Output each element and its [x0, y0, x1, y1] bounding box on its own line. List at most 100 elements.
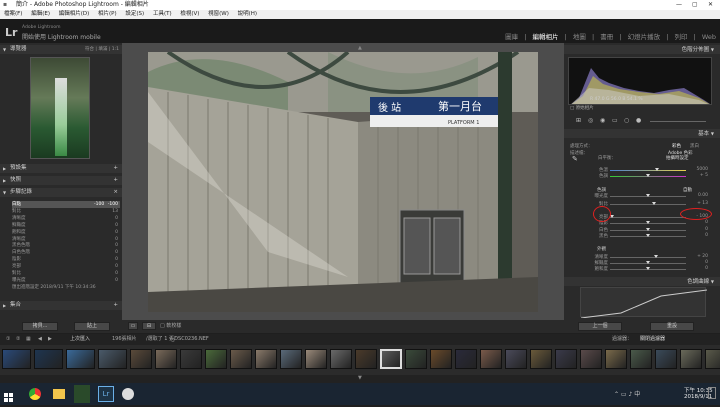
filmstrip-thumbnail[interactable] — [555, 349, 577, 369]
slider-value[interactable]: 0 — [705, 233, 708, 238]
slider-knob[interactable] — [652, 202, 657, 205]
slider-knob[interactable] — [646, 174, 650, 177]
slider-knob[interactable] — [646, 234, 650, 237]
filmstrip-thumbnail[interactable] — [505, 349, 527, 369]
forward-icon[interactable]: ▶ — [48, 334, 52, 345]
slider-value[interactable]: + 5 — [700, 173, 708, 178]
slider-track[interactable] — [610, 257, 686, 258]
filmstrip-thumbnail[interactable] — [98, 349, 127, 369]
back-icon[interactable]: ◀ — [38, 334, 42, 345]
slider-3[interactable]: 對比 + 13 — [568, 201, 708, 208]
slider-track[interactable] — [610, 204, 686, 205]
module-map[interactable]: 地圖 — [573, 33, 586, 41]
filmstrip-thumbnail[interactable] — [355, 349, 377, 369]
menu-settings[interactable]: 設定(S) — [125, 11, 144, 17]
module-book[interactable]: 書冊 — [600, 33, 613, 41]
tool-slider[interactable] — [650, 121, 706, 122]
filmstrip-thumbnail[interactable] — [655, 349, 677, 369]
view-1-button[interactable]: ① — [6, 334, 10, 345]
navigator-header[interactable]: ▼ 導覽器 符合 | 填滿 | 1:1 — [0, 45, 122, 54]
history-step[interactable]: 匯出進階設定 2018/9/11 下午 10:34:36 — [12, 284, 120, 291]
close-icon[interactable]: ✕ — [708, 0, 713, 10]
menu-file[interactable]: 檔案(F) — [4, 11, 22, 17]
before-after-icon[interactable]: ⊟ — [142, 322, 156, 330]
snapshots-header[interactable]: ▶ 快照 + — [0, 176, 122, 185]
menu-tools[interactable]: 工具(T) — [153, 11, 172, 17]
filmstrip-thumbnail[interactable] — [405, 349, 427, 369]
filmstrip-thumbnail[interactable] — [680, 349, 702, 369]
menu-view[interactable]: 檢視(V) — [180, 11, 199, 17]
filmstrip-thumbnail[interactable] — [630, 349, 652, 369]
chrome-icon[interactable] — [29, 388, 41, 400]
lightroom-taskbar-icon[interactable]: Lr — [98, 386, 114, 402]
slider-2[interactable]: 曝光度 0.00 — [568, 193, 709, 200]
eyedropper-icon[interactable]: ✎ — [572, 155, 578, 163]
menu-develop[interactable]: 編輯相片(D) — [59, 11, 90, 17]
module-library[interactable]: 圖庫 — [505, 33, 518, 41]
slider-track[interactable] — [610, 170, 686, 171]
slider-5[interactable]: 陰影 0 — [568, 220, 708, 227]
filmstrip-thumbnail[interactable] — [705, 349, 720, 369]
basic-header[interactable]: 基本 ▼ — [564, 129, 720, 138]
clear-history-button[interactable]: × — [113, 188, 118, 197]
soft-proof-checkbox[interactable]: □ 軟校樣 — [160, 322, 181, 329]
red-eye-icon[interactable]: ◉ — [600, 117, 605, 124]
spot-removal-icon[interactable]: ◎ — [588, 117, 593, 124]
menu-edit[interactable]: 編輯(E) — [31, 11, 50, 17]
filmstrip-thumbnail[interactable] — [230, 349, 252, 369]
filmstrip-thumbnail[interactable] — [530, 349, 552, 369]
loupe-view-icon[interactable]: ▭ — [128, 322, 138, 330]
minimize-icon[interactable]: — — [676, 0, 682, 10]
photo-app-icon[interactable] — [74, 385, 90, 403]
tray-icons[interactable]: ⌃ ▭ ♪ 中 — [614, 389, 640, 398]
filmstrip-thumbnail[interactable] — [2, 349, 31, 369]
source-label[interactable]: 上次匯入 — [70, 334, 90, 345]
file-explorer-icon[interactable] — [53, 389, 65, 399]
add-collection-icon[interactable]: + — [113, 301, 118, 310]
slider-knob[interactable] — [646, 228, 650, 231]
graduated-filter-icon[interactable]: ▭ — [612, 117, 618, 124]
filmstrip-thumbnail[interactable] — [330, 349, 352, 369]
adjustment-brush-icon[interactable]: ● — [636, 117, 641, 124]
filmstrip-thumbnail[interactable] — [34, 349, 63, 369]
slider-10[interactable]: 飽和度 0 — [568, 266, 709, 273]
start-icon[interactable] — [4, 388, 14, 402]
module-print[interactable]: 列印 — [674, 33, 687, 41]
color-treatment-button[interactable]: 彩色 — [672, 143, 681, 149]
filmstrip-thumbnail[interactable] — [605, 349, 627, 369]
module-develop[interactable]: 編輯相片 — [533, 33, 559, 41]
slider-knob[interactable] — [653, 255, 658, 258]
add-snapshot-icon[interactable]: + — [113, 176, 118, 185]
slider-knob[interactable] — [655, 168, 660, 171]
grid-icon[interactable]: ▦ — [26, 334, 31, 345]
notification-icon[interactable] — [708, 387, 716, 399]
filmstrip-thumbnail[interactable] — [305, 349, 327, 369]
add-preset-icon[interactable]: + — [113, 164, 118, 173]
slider-7[interactable]: 黑色 0 — [568, 233, 708, 240]
filmstrip-thumbnail[interactable] — [255, 349, 277, 369]
menu-window[interactable]: 視窗(W) — [208, 11, 229, 17]
slider-knob[interactable] — [646, 221, 650, 224]
white-balance-select[interactable]: 拍攝時設定 — [666, 155, 689, 161]
paste-settings-button[interactable]: 貼上 — [74, 322, 110, 331]
module-web[interactable]: Web — [702, 33, 716, 41]
filmstrip-thumbnail[interactable] — [430, 349, 452, 369]
tone-curve-header[interactable]: 色調曲線 ▼ — [564, 277, 720, 286]
tone-curve-graph[interactable] — [580, 287, 708, 319]
slider-knob[interactable] — [646, 261, 650, 264]
filmstrip-thumbnail[interactable] — [130, 349, 152, 369]
slider-value[interactable]: 5000 — [697, 167, 708, 172]
top-panel-toggle-icon[interactable]: ▲ — [358, 45, 362, 51]
view-2-button[interactable]: ② — [16, 334, 20, 345]
filmstrip-thumbnail[interactable] — [180, 349, 202, 369]
filmstrip-thumbnail[interactable] — [155, 349, 177, 369]
copy-settings-button[interactable]: 拷貝... — [22, 322, 58, 331]
original-photo-checkbox[interactable]: □ 原始相片 — [570, 105, 594, 111]
previous-button[interactable]: 上一個 — [578, 322, 622, 331]
app-icon[interactable] — [122, 388, 134, 400]
bw-treatment-button[interactable]: 黑白 — [690, 143, 699, 149]
histogram-header[interactable]: 色階分佈圖 ▼ — [564, 45, 720, 54]
filmstrip-thumbnail[interactable] — [580, 349, 602, 369]
slider-knob[interactable] — [646, 267, 650, 270]
presets-header[interactable]: ▶ 預設集 + — [0, 164, 122, 173]
